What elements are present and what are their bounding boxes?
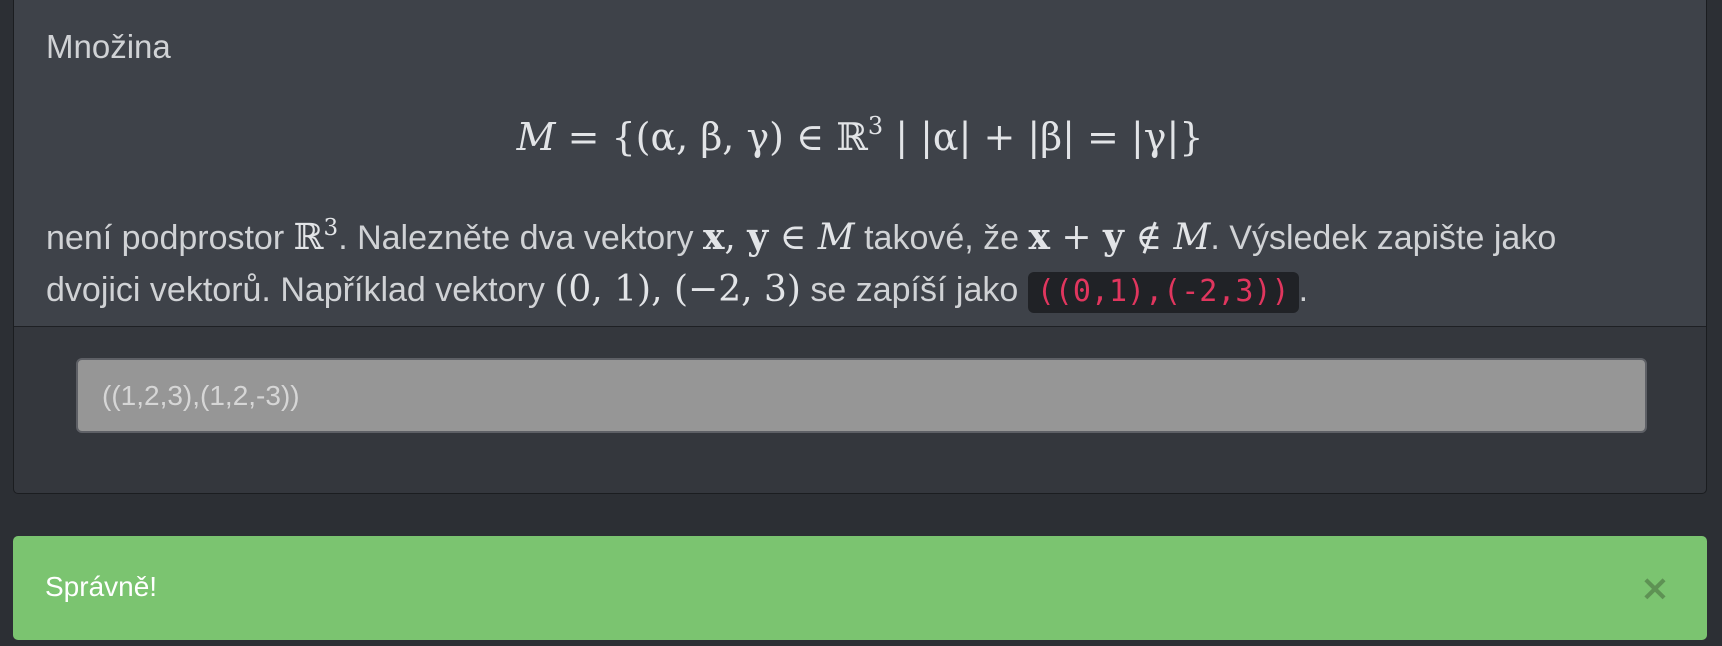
task-text: takové, že bbox=[854, 219, 1029, 257]
success-alert: Správně! × bbox=[13, 536, 1707, 640]
sum-not-in-set-formula: x + y ∉ M bbox=[1028, 216, 1211, 258]
task-line-2: dvojici vektorů. Například vektory (0, 1… bbox=[46, 264, 1696, 318]
task-text: dvojici vektorů. Například vektory bbox=[46, 271, 555, 309]
success-message: Správně! bbox=[45, 571, 158, 602]
intro-text: Množina bbox=[46, 28, 171, 65]
task-line-1: není podprostor ℝ3. Nalezněte dva vektor… bbox=[46, 202, 1696, 264]
task-text: . bbox=[1298, 271, 1309, 309]
task-text: . Nalezněte dva vektory bbox=[338, 219, 703, 257]
exercise-card: Množina M = {(α, β, γ) ∈ ℝ3 | |α| + |β| … bbox=[13, 0, 1707, 494]
task-text: . Výsledek zapište jako bbox=[1210, 219, 1557, 257]
example-vectors-formula: (0, 1), (−2, 3) bbox=[554, 269, 801, 310]
space-symbol: ℝ3 bbox=[293, 215, 339, 258]
example-code: ((0,1),(-2,3)) bbox=[1027, 272, 1299, 313]
exercise-statement: Množina M = {(α, β, γ) ∈ ℝ3 | |α| + |β| … bbox=[14, 0, 1706, 327]
vectors-in-set-formula: x, y ∈ M bbox=[702, 216, 855, 258]
task-text: není podprostor bbox=[46, 219, 294, 257]
formula-condition: | |α| + |β| = |γ|} bbox=[883, 115, 1204, 159]
close-alert-button[interactable]: × bbox=[1627, 560, 1683, 616]
formula-set-name: M bbox=[516, 115, 556, 159]
task-paragraph: není podprostor ℝ3. Nalezněte dva vektor… bbox=[46, 202, 1696, 318]
set-definition-formula: M = {(α, β, γ) ∈ ℝ3 | |α| + |β| = |γ|} bbox=[14, 112, 1706, 159]
task-text: se zapíší jako bbox=[800, 271, 1028, 309]
answer-input[interactable] bbox=[76, 358, 1647, 433]
formula-exponent: 3 bbox=[867, 112, 884, 140]
formula-set-body: = {(α, β, γ) ∈ ℝ bbox=[567, 115, 868, 159]
